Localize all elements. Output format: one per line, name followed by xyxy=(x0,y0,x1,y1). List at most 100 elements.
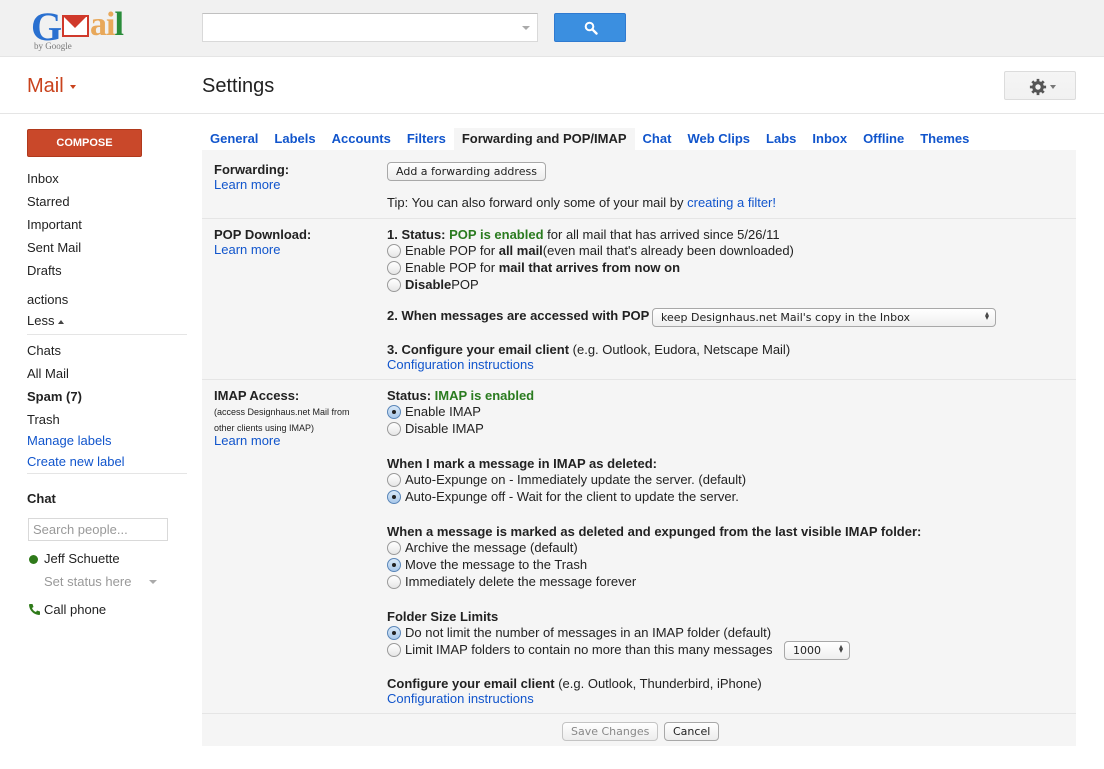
manage-labels-link[interactable]: Manage labels xyxy=(27,433,112,448)
cancel-button[interactable]: Cancel xyxy=(664,722,720,741)
imap-status: Status: IMAP is enabled xyxy=(387,388,535,403)
imap-access-label: IMAP Access: xyxy=(214,388,300,403)
sidebar-item-starred[interactable]: Starred xyxy=(27,194,70,209)
imap-access-description-1: (access Designhaus.net Mail from xyxy=(214,407,350,417)
radio-button-checked[interactable] xyxy=(387,557,401,572)
imap-status-value: IMAP is enabled xyxy=(434,388,535,403)
tab-general[interactable]: General xyxy=(202,128,266,150)
sidebar-divider xyxy=(27,334,187,335)
pop-access-label: 2. When messages are accessed with POP xyxy=(387,308,650,323)
tab-labels[interactable]: Labels xyxy=(266,128,323,150)
set-status-field[interactable]: Set status here xyxy=(44,574,131,589)
imap-disable-option[interactable]: Disable IMAP xyxy=(387,421,484,436)
no-folder-limit-option[interactable]: Do not limit the number of messages in a… xyxy=(387,625,771,640)
search-box[interactable] xyxy=(202,13,538,42)
create-new-label-link[interactable]: Create new label xyxy=(27,454,125,469)
radio-button-checked[interactable] xyxy=(387,625,401,640)
radio-button[interactable] xyxy=(387,260,401,275)
pop-access-select[interactable]: keep Designhaus.net Mail's copy in the I… xyxy=(652,308,996,327)
envelope-icon xyxy=(62,15,89,37)
folder-size-limits-heading: Folder Size Limits xyxy=(387,609,499,624)
sidebar-divider xyxy=(27,473,187,474)
sidebar-item-all-mail[interactable]: All Mail xyxy=(27,366,69,381)
people-search-box[interactable] xyxy=(28,518,168,541)
pop-option-all-mail[interactable]: Enable POP for all mail (even mail that'… xyxy=(387,243,794,258)
settings-panel: Forwarding: Learn more Add a forwarding … xyxy=(202,150,1076,746)
move-to-trash-option[interactable]: Move the message to the Trash xyxy=(387,557,587,572)
search-icon xyxy=(584,21,598,35)
logo-subtitle: by Google xyxy=(34,41,72,51)
radio-button[interactable] xyxy=(387,277,401,292)
imap-enable-option[interactable]: Enable IMAP xyxy=(387,404,481,419)
tab-inbox[interactable]: Inbox xyxy=(804,128,855,150)
forwarding-label: Forwarding: xyxy=(214,162,290,177)
tab-web-clips[interactable]: Web Clips xyxy=(679,128,758,150)
pop-configuration-instructions-link[interactable]: Configuration instructions xyxy=(387,357,534,372)
pop-status-value: POP is enabled xyxy=(449,227,544,242)
mail-menu[interactable]: Mail xyxy=(27,75,76,98)
sidebar-item-spam[interactable]: Spam (7) xyxy=(27,389,82,404)
forwarding-learn-more-link[interactable]: Learn more xyxy=(214,177,280,192)
tab-accounts[interactable]: Accounts xyxy=(324,128,399,150)
sidebar-item-inbox[interactable]: Inbox xyxy=(27,171,59,186)
chat-section-title: Chat xyxy=(27,491,56,506)
pop-configure-client: 3. Configure your email client (e.g. Out… xyxy=(387,342,791,357)
tab-offline[interactable]: Offline xyxy=(855,128,912,150)
settings-tabs: General Labels Accounts Filters Forwardi… xyxy=(202,128,977,150)
imap-learn-more-link[interactable]: Learn more xyxy=(214,433,280,448)
header-divider xyxy=(0,113,1104,114)
search-options-caret-icon[interactable] xyxy=(522,26,530,30)
tab-chat[interactable]: Chat xyxy=(635,128,680,150)
radio-button[interactable] xyxy=(387,642,401,657)
archive-message-option[interactable]: Archive the message (default) xyxy=(387,540,578,555)
gmail-logo[interactable]: G ail by Google xyxy=(31,4,131,51)
pop-option-from-now-on[interactable]: Enable POP for mail that arrives from no… xyxy=(387,260,680,275)
sidebar-item-important[interactable]: Important xyxy=(27,217,82,232)
creating-filter-link[interactable]: creating a filter! xyxy=(687,195,776,210)
tab-themes[interactable]: Themes xyxy=(912,128,977,150)
forwarding-tip: Tip: You can also forward only some of y… xyxy=(387,195,776,210)
search-button[interactable] xyxy=(554,13,626,42)
sidebar-item-chats[interactable]: Chats xyxy=(27,343,61,358)
settings-gear-button[interactable] xyxy=(1004,71,1076,100)
auto-expunge-off-option[interactable]: Auto-Expunge off - Wait for the client t… xyxy=(387,489,739,504)
pop-option-disable[interactable]: Disable POP xyxy=(387,277,479,292)
page-title: Settings xyxy=(202,75,275,97)
status-dropdown-caret-icon[interactable] xyxy=(149,580,157,584)
radio-button[interactable] xyxy=(387,540,401,555)
radio-button[interactable] xyxy=(387,243,401,258)
sidebar-item-sent-mail[interactable]: Sent Mail xyxy=(27,240,81,255)
tab-filters[interactable]: Filters xyxy=(399,128,454,150)
pop-status: 1. Status: POP is enabled for all mail t… xyxy=(387,227,780,242)
tab-forwarding-pop-imap[interactable]: Forwarding and POP/IMAP xyxy=(453,128,635,150)
top-bar: G ail by Google xyxy=(0,0,1104,57)
add-forwarding-address-button[interactable]: Add a forwarding address xyxy=(387,162,546,181)
pop-learn-more-link[interactable]: Learn more xyxy=(214,242,280,257)
sidebar-less-toggle[interactable]: Less xyxy=(27,313,65,328)
compose-button[interactable]: COMPOSE xyxy=(27,129,142,157)
auto-expunge-on-option[interactable]: Auto-Expunge on - Immediately update the… xyxy=(387,472,746,487)
imap-configure-client: Configure your email client (e.g. Outloo… xyxy=(387,676,762,691)
limit-folder-option[interactable]: Limit IMAP folders to contain no more th… xyxy=(387,642,773,657)
radio-button[interactable] xyxy=(387,472,401,487)
section-divider xyxy=(202,218,1076,219)
radio-button[interactable] xyxy=(387,421,401,436)
tab-labs[interactable]: Labs xyxy=(758,128,804,150)
folder-limit-select[interactable]: 1000 ▴ ▾ xyxy=(784,641,850,660)
gear-icon xyxy=(1029,78,1047,96)
radio-button-checked[interactable] xyxy=(387,489,401,504)
search-people-input[interactable] xyxy=(29,519,165,540)
save-changes-button[interactable]: Save Changes xyxy=(562,722,659,741)
sidebar-item-actions[interactable]: actions xyxy=(27,292,68,307)
sidebar-item-drafts[interactable]: Drafts xyxy=(27,263,62,278)
radio-button-checked[interactable] xyxy=(387,404,401,419)
select-arrows-icon: ▴ ▾ xyxy=(984,309,989,322)
presence-status-icon[interactable] xyxy=(29,555,38,564)
sidebar-item-trash[interactable]: Trash xyxy=(27,412,60,427)
section-divider xyxy=(202,713,1076,714)
search-input[interactable] xyxy=(203,14,503,41)
imap-configuration-instructions-link[interactable]: Configuration instructions xyxy=(387,691,534,706)
call-phone-link[interactable]: Call phone xyxy=(44,602,106,617)
radio-button[interactable] xyxy=(387,574,401,589)
delete-forever-option[interactable]: Immediately delete the message forever xyxy=(387,574,636,589)
